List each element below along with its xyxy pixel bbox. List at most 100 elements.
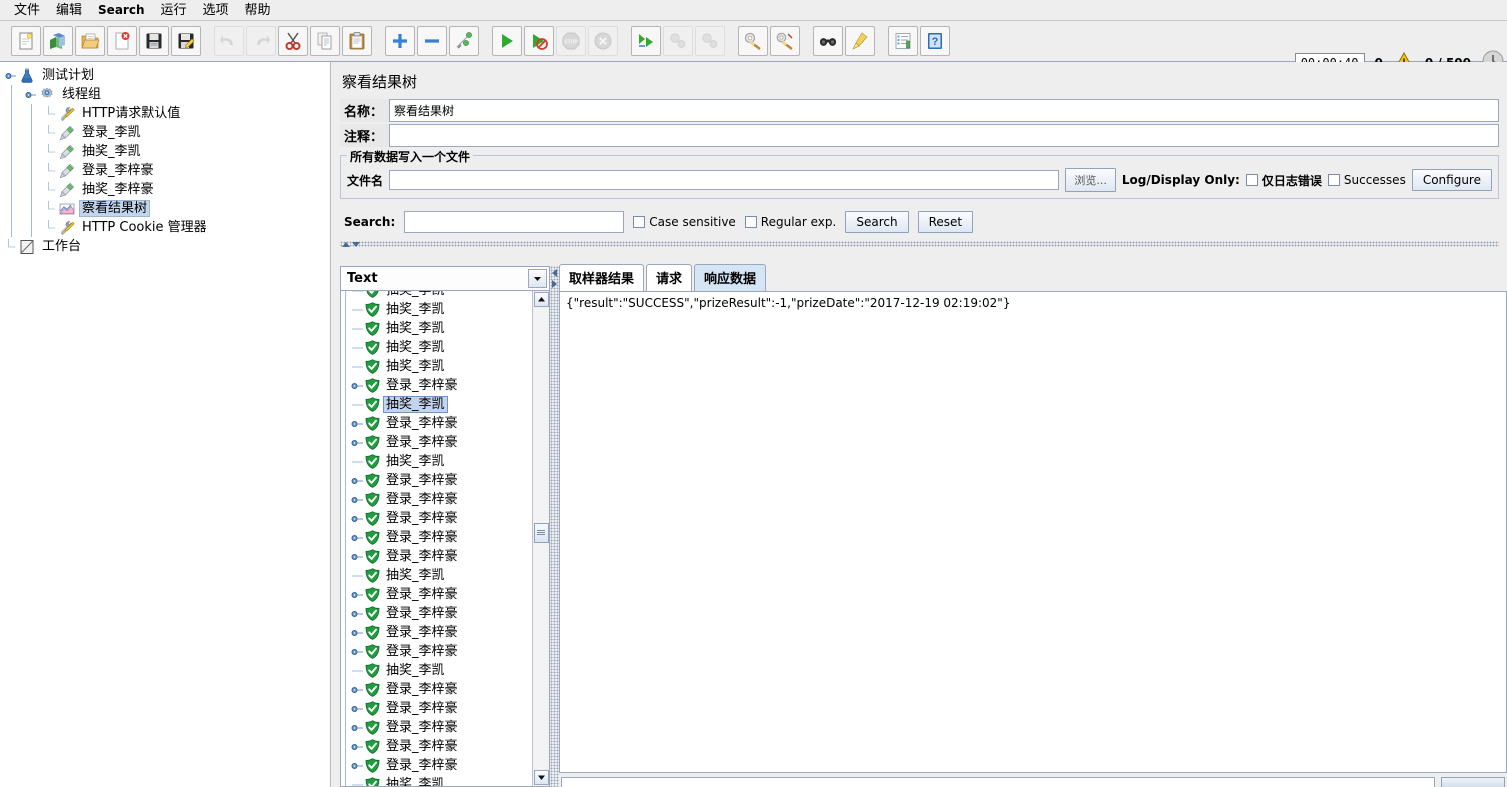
tab-request[interactable]: 请求 xyxy=(646,264,693,291)
tree-node-4[interactable]: 抽奖_李凯 xyxy=(0,142,330,161)
menu-run[interactable]: 运行 xyxy=(152,1,194,20)
result-expand-handle-icon[interactable] xyxy=(349,738,365,755)
result-row[interactable]: 抽奖_李凯 xyxy=(341,395,532,414)
result-row[interactable]: 抽奖_李凯 xyxy=(341,357,532,376)
result-row[interactable]: 登录_李梓豪 xyxy=(341,490,532,509)
split-collapse-right-icon[interactable] xyxy=(552,280,557,288)
expand-icon[interactable] xyxy=(385,26,415,56)
test-plan-tree[interactable]: 测试计划 线程组 HTTP请求默认值 登录_李凯 抽奖_李凯 登录_李梓豪 抽奖… xyxy=(0,62,331,787)
result-row[interactable]: 登录_李梓豪 xyxy=(341,528,532,547)
result-expand-handle-icon[interactable] xyxy=(349,719,365,736)
scroll-up-button[interactable] xyxy=(533,292,549,307)
result-row[interactable]: 登录_李梓豪 xyxy=(341,737,532,756)
result-expand-handle-icon[interactable] xyxy=(349,472,365,489)
tree-node-7[interactable]: 察看结果树 xyxy=(0,199,330,218)
result-row[interactable]: 登录_李梓豪 xyxy=(341,471,532,490)
scrollbar-thumb[interactable] xyxy=(533,523,549,543)
scrollbar-track[interactable] xyxy=(533,308,549,769)
split-expand-down-icon[interactable] xyxy=(352,241,360,247)
result-expand-handle-icon[interactable] xyxy=(349,624,365,641)
result-expand-handle-icon[interactable] xyxy=(349,415,365,432)
result-row[interactable]: 抽奖_李凯 xyxy=(341,566,532,585)
search-icon[interactable] xyxy=(813,26,843,56)
result-row[interactable]: 登录_李梓豪 xyxy=(341,509,532,528)
result-expand-handle-icon[interactable] xyxy=(349,491,365,508)
result-expand-handle-icon[interactable] xyxy=(349,586,365,603)
stop-remote-icon[interactable] xyxy=(663,26,693,56)
open-icon[interactable] xyxy=(75,26,105,56)
menu-edit[interactable]: 编辑 xyxy=(48,1,90,20)
results-list[interactable]: 抽奖_李凯 抽奖_李凯 抽奖_李凯 抽奖_李凯 抽奖_李凯 xyxy=(341,291,532,786)
result-row[interactable]: 抽奖_李凯 xyxy=(341,452,532,471)
result-expand-handle-icon[interactable] xyxy=(349,377,365,394)
case-sensitive-checkbox[interactable]: Case sensitive xyxy=(633,215,736,229)
reset-button[interactable]: Reset xyxy=(917,211,974,233)
successes-checkbox[interactable]: Successes xyxy=(1327,173,1406,187)
bottom-stub-button[interactable] xyxy=(1441,777,1505,787)
bottom-stub-input[interactable] xyxy=(561,777,1435,787)
result-row[interactable]: 抽奖_李凯 xyxy=(341,300,532,319)
tree-node-0[interactable]: 测试计划 xyxy=(0,66,330,85)
result-row[interactable]: 登录_李梓豪 xyxy=(341,756,532,775)
tab-response-data[interactable]: 响应数据 xyxy=(694,264,767,291)
result-expand-handle-icon[interactable] xyxy=(349,643,365,660)
result-expand-handle-icon[interactable] xyxy=(349,605,365,622)
result-row[interactable]: 抽奖_李凯 xyxy=(341,319,532,338)
case-sensitive-checkbox-box[interactable] xyxy=(633,216,646,228)
start-no-timers-icon[interactable] xyxy=(524,26,554,56)
tree-node-2[interactable]: HTTP请求默认值 xyxy=(0,104,330,123)
result-expand-handle-icon[interactable] xyxy=(349,681,365,698)
shutdown-remote-icon[interactable] xyxy=(695,26,725,56)
result-row[interactable]: 登录_李梓豪 xyxy=(341,680,532,699)
result-row[interactable]: 登录_李梓豪 xyxy=(341,585,532,604)
result-row[interactable]: 登录_李梓豪 xyxy=(341,623,532,642)
result-row[interactable]: 登录_李梓豪 xyxy=(341,718,532,737)
browse-button[interactable]: 浏览... xyxy=(1065,168,1116,192)
response-data-content[interactable]: {"result":"SUCCESS","prizeResult":-1,"pr… xyxy=(559,291,1507,773)
menu-search[interactable]: Search xyxy=(90,1,152,20)
renderer-combobox[interactable]: Text xyxy=(340,266,550,291)
result-expand-handle-icon[interactable] xyxy=(349,434,365,451)
start-remote-icon[interactable] xyxy=(631,26,661,56)
function-helper-icon[interactable] xyxy=(888,26,918,56)
templates-icon[interactable] xyxy=(43,26,73,56)
menu-file[interactable]: 文件 xyxy=(6,1,48,20)
collapse-icon[interactable] xyxy=(417,26,447,56)
result-row[interactable]: 登录_李梓豪 xyxy=(341,433,532,452)
new-icon[interactable] xyxy=(11,26,41,56)
result-row[interactable]: 抽奖_李凯 xyxy=(341,775,532,786)
cut-icon[interactable] xyxy=(278,26,308,56)
horizontal-split-divider[interactable] xyxy=(340,241,1499,247)
split-collapse-left-icon[interactable] xyxy=(552,269,557,277)
errors-checkbox[interactable]: 仅日志错误 xyxy=(1245,172,1322,189)
tab-sampler-result[interactable]: 取样器结果 xyxy=(559,264,645,291)
save-as-icon[interactable] xyxy=(171,26,201,56)
result-expand-handle-icon[interactable] xyxy=(349,700,365,717)
clear-icon[interactable] xyxy=(738,26,768,56)
search-input[interactable] xyxy=(404,211,625,233)
stop-icon[interactable]: STOP xyxy=(556,26,586,56)
successes-checkbox-box[interactable] xyxy=(1327,174,1340,186)
result-row[interactable]: 登录_李梓豪 xyxy=(341,376,532,395)
results-vertical-scrollbar[interactable] xyxy=(532,291,549,786)
result-expand-handle-icon[interactable] xyxy=(349,757,365,774)
result-expand-handle-icon[interactable] xyxy=(349,529,365,546)
comment-input[interactable] xyxy=(389,124,1499,147)
name-input[interactable] xyxy=(389,99,1499,122)
tree-node-3[interactable]: 登录_李凯 xyxy=(0,123,330,142)
regular-exp-checkbox-box[interactable] xyxy=(744,216,757,228)
search-reset-icon[interactable] xyxy=(845,26,875,56)
result-row[interactable]: 抽奖_李凯 xyxy=(341,291,532,300)
paste-icon[interactable] xyxy=(342,26,372,56)
tree-node-9[interactable]: 工作台 xyxy=(0,237,330,256)
regular-exp-checkbox[interactable]: Regular exp. xyxy=(744,215,836,229)
configure-button[interactable]: Configure xyxy=(1411,169,1492,191)
tree-node-1[interactable]: 线程组 xyxy=(0,85,330,104)
filename-input[interactable] xyxy=(389,170,1060,190)
undo-icon[interactable] xyxy=(214,26,244,56)
chevron-down-icon[interactable] xyxy=(528,269,547,288)
tree-node-6[interactable]: 抽奖_李梓豪 xyxy=(0,180,330,199)
search-button[interactable]: Search xyxy=(845,211,909,233)
result-row[interactable]: 登录_李梓豪 xyxy=(341,414,532,433)
copy-icon[interactable] xyxy=(310,26,340,56)
